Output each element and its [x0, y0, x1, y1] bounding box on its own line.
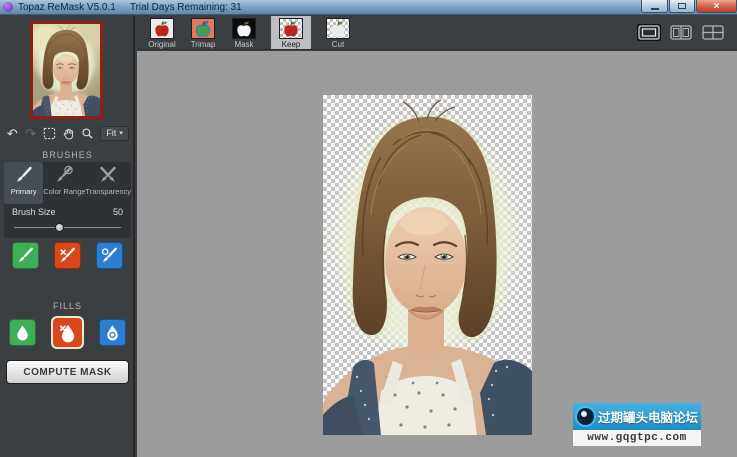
- fills-header: FILLS: [0, 301, 135, 311]
- tab-mask[interactable]: Mask: [224, 16, 264, 49]
- cut-fill-button[interactable]: [51, 316, 84, 349]
- dual-pane-icon: [670, 25, 692, 40]
- image-thumbnail[interactable]: [30, 21, 103, 119]
- forum-name-text: 过期罐头电脑论坛: [598, 407, 698, 426]
- original-apple-icon: [150, 18, 174, 39]
- primary-brush-icon: [14, 165, 34, 185]
- compute-brush-button[interactable]: [96, 242, 123, 269]
- slider-handle[interactable]: [55, 223, 64, 232]
- compute-fill-icon: [103, 323, 122, 342]
- view-tab-bar: Original Trimap Mask Keep Cut: [137, 16, 737, 50]
- cut-apple-icon: [326, 18, 350, 39]
- brush-tool-selector: Primary Color Range Transparency: [4, 162, 131, 204]
- brush-settings-panel: Primary Color Range Transparency Brush S…: [4, 162, 131, 238]
- brush-size-label: Brush Size: [12, 207, 56, 217]
- app-icon: [3, 2, 13, 12]
- color-range-brush-icon: [54, 165, 74, 185]
- trial-days-text: Trial Days Remaining: 31: [130, 2, 242, 13]
- window-title: Topaz ReMask V5.0.1: [18, 2, 116, 13]
- keep-fill-icon: [13, 323, 32, 342]
- compute-brush-icon: [100, 246, 119, 265]
- tab-label: Original: [148, 40, 176, 49]
- chevron-down-icon: ▾: [119, 129, 123, 137]
- marquee-select-icon[interactable]: [43, 126, 56, 141]
- zoom-magnifier-icon[interactable]: [81, 126, 94, 141]
- brush-color-buttons: [0, 242, 135, 269]
- fit-zoom-dropdown[interactable]: Fit ▾: [100, 126, 129, 141]
- topaz-remask-window: Topaz ReMask V5.0.1 Trial Days Remaining…: [0, 0, 737, 457]
- tab-cut[interactable]: Cut: [318, 16, 358, 49]
- tab-keep[interactable]: Keep: [271, 16, 311, 49]
- tab-original[interactable]: Original: [142, 16, 182, 49]
- cut-brush-button[interactable]: [54, 242, 81, 269]
- close-icon: ×: [714, 1, 720, 12]
- brush-tool-color-range[interactable]: Color Range: [43, 162, 85, 204]
- brush-tool-label: Transparency: [85, 187, 131, 196]
- brush-size-value: 50: [113, 207, 123, 217]
- tab-label: Keep: [282, 40, 301, 49]
- keep-brush-icon: [16, 246, 35, 265]
- forum-watermark: 过期罐头电脑论坛 www.gqgtpc.com 过期罐头电脑论坛 www.gqg…: [573, 403, 719, 449]
- tab-label: Cut: [332, 40, 344, 49]
- masked-image[interactable]: [323, 95, 532, 435]
- trimap-apple-icon: [191, 18, 215, 39]
- brush-size-slider[interactable]: [14, 224, 121, 232]
- forum-url-text: www.gqgtpc.com: [587, 432, 686, 444]
- thumbnail-portrait: [33, 24, 100, 116]
- maximize-icon: [678, 3, 686, 9]
- tab-trimap[interactable]: Trimap: [183, 16, 223, 49]
- mask-apple-icon: [232, 18, 256, 39]
- keep-brush-button[interactable]: [12, 242, 39, 269]
- maximize-button[interactable]: [669, 0, 695, 13]
- window-controls: ×: [640, 0, 737, 13]
- brush-tool-transparency[interactable]: Transparency: [85, 162, 131, 204]
- compute-fill-button[interactable]: [99, 319, 126, 346]
- main-canvas[interactable]: 过期罐头电脑论坛 www.gqgtpc.com 过期罐头电脑论坛 www.gqg…: [137, 51, 737, 457]
- brush-tool-label: Color Range: [43, 187, 85, 196]
- keep-apple-icon: [279, 18, 303, 39]
- minimize-button[interactable]: [641, 0, 668, 13]
- navigation-toolbar: ↶ ↷ Fit ▾: [0, 122, 135, 144]
- watermark-url-bar: www.gqgtpc.com: [573, 430, 701, 446]
- watermark-main: 过期罐头电脑论坛 www.gqgtpc.com: [573, 403, 701, 446]
- view-mode-buttons: [637, 16, 737, 49]
- brush-tool-label: Primary: [11, 187, 37, 196]
- tab-label: Trimap: [191, 40, 216, 49]
- pan-hand-icon[interactable]: [62, 126, 75, 141]
- quad-pane-icon: [702, 25, 724, 40]
- watermark-banner: 过期罐头电脑论坛: [573, 403, 701, 430]
- title-bar: Topaz ReMask V5.0.1 Trial Days Remaining…: [0, 0, 737, 15]
- left-sidebar: ↶ ↷ Fit ▾ BRUSHES Primary: [0, 16, 135, 457]
- fit-label: Fit: [106, 128, 116, 138]
- forum-logo-icon: [575, 406, 596, 427]
- brush-tool-primary[interactable]: Primary: [4, 162, 43, 204]
- keep-fill-button[interactable]: [9, 319, 36, 346]
- fill-buttons: [0, 316, 135, 349]
- single-pane-icon: [638, 25, 660, 40]
- cut-fill-icon: [57, 322, 79, 344]
- tab-label: Mask: [234, 40, 253, 49]
- portrait-photo: [323, 95, 532, 435]
- undo-icon[interactable]: ↶: [6, 126, 19, 141]
- cut-brush-icon: [58, 246, 77, 265]
- redo-icon[interactable]: ↷: [25, 126, 38, 141]
- quad-pane-view-button[interactable]: [701, 24, 725, 41]
- single-pane-view-button[interactable]: [637, 24, 661, 41]
- brushes-header: BRUSHES: [0, 150, 135, 160]
- transparency-brush-icon: [98, 165, 118, 185]
- slider-track: [14, 227, 121, 228]
- dual-pane-view-button[interactable]: [669, 24, 693, 41]
- minimize-icon: [651, 8, 659, 10]
- close-button[interactable]: ×: [696, 0, 737, 13]
- compute-mask-button[interactable]: COMPUTE MASK: [6, 360, 129, 384]
